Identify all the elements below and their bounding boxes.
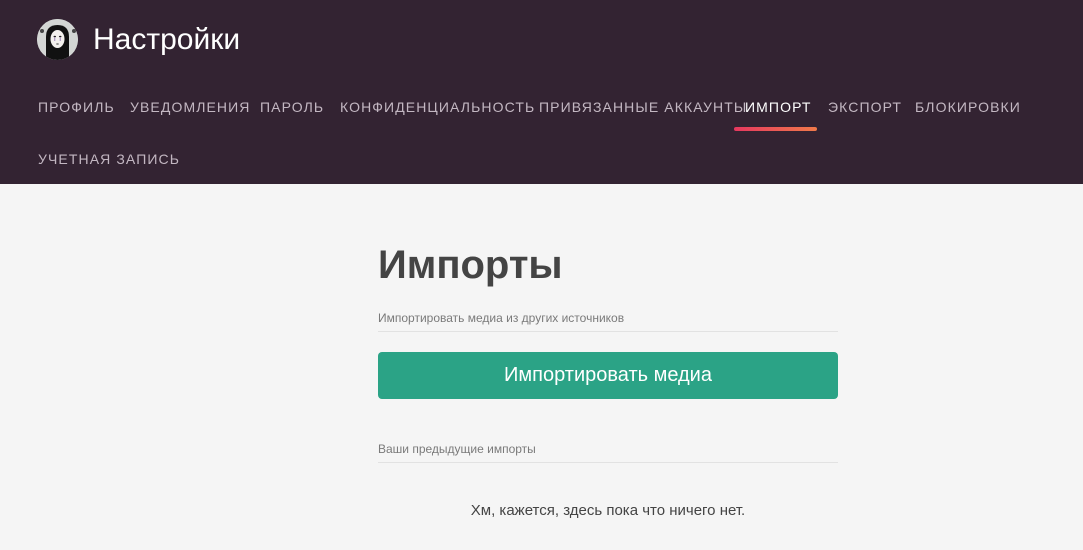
import-section-label: Импортировать медиа из других источников xyxy=(378,311,838,332)
tab-password[interactable]: ПАРОЛЬ xyxy=(260,88,324,126)
tab-account[interactable]: УЧЕТНАЯ ЗАПИСЬ xyxy=(38,140,180,178)
tab-linked-accounts[interactable]: ПРИВЯЗАННЫЕ АККАУНТЫ xyxy=(539,88,747,126)
page-title: Настройки xyxy=(93,23,241,56)
active-tab-indicator xyxy=(734,127,817,131)
tab-export[interactable]: ЭКСПОРТ xyxy=(828,88,902,126)
previous-imports-label: Ваши предыдущие импорты xyxy=(378,442,838,463)
settings-nav-row-1: ПРОФИЛЬ УВЕДОМЛЕНИЯ ПАРОЛЬ КОНФИДЕНЦИАЛЬ… xyxy=(0,88,1083,128)
tab-import[interactable]: ИМПОРТ xyxy=(745,88,812,126)
no-face-avatar-icon xyxy=(37,19,78,60)
imports-title: Импорты xyxy=(378,243,563,287)
user-avatar[interactable] xyxy=(37,19,78,60)
import-media-button[interactable]: Импортировать медиа xyxy=(378,352,838,399)
tab-blocks[interactable]: БЛОКИРОВКИ xyxy=(915,88,1021,126)
empty-imports-message: Хм, кажется, здесь пока что ничего нет. xyxy=(470,502,746,519)
tab-privacy[interactable]: КОНФИДЕНЦИАЛЬНОСТЬ xyxy=(340,88,535,126)
settings-nav-row-2: УЧЕТНАЯ ЗАПИСЬ xyxy=(0,140,1083,180)
tab-notifications[interactable]: УВЕДОМЛЕНИЯ xyxy=(130,88,251,126)
tab-profile[interactable]: ПРОФИЛЬ xyxy=(38,88,115,126)
settings-header: Настройки ПРОФИЛЬ УВЕДОМЛЕНИЯ ПАРОЛЬ КОН… xyxy=(0,0,1083,184)
